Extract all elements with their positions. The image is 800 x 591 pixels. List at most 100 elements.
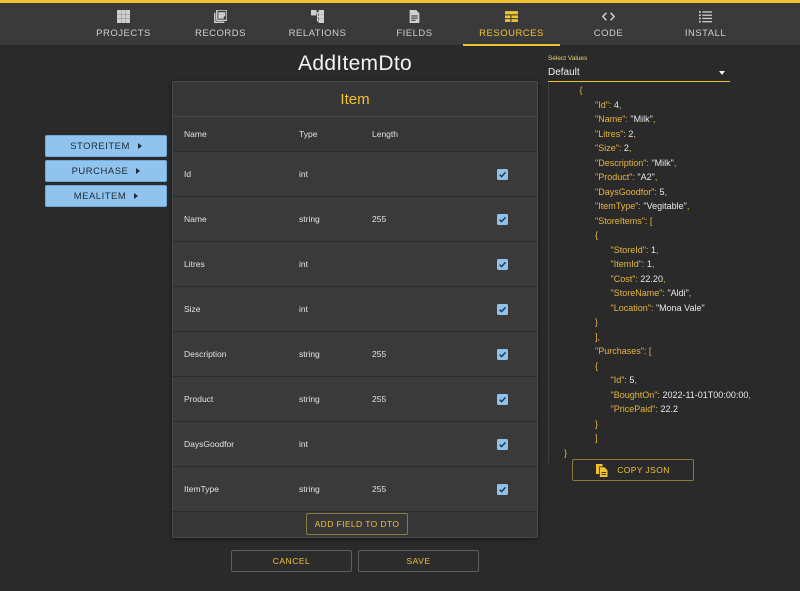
json-punctuation: ,: [628, 143, 632, 153]
include-checkbox[interactable]: [496, 393, 508, 405]
field-name: ItemType: [184, 484, 219, 494]
copy-icon: [596, 463, 608, 477]
caret-right-icon: [136, 168, 141, 174]
json-key: "Id": [610, 375, 625, 385]
tab-fields[interactable]: FIELDS: [366, 3, 463, 45]
json-punctuation: }: [564, 447, 568, 458]
table-row: DaysGoodfor int: [173, 422, 537, 467]
json-line: "Id": 5,: [549, 373, 788, 388]
field-type: string: [299, 484, 320, 494]
field-name: Description: [184, 349, 227, 359]
json-line: "StoreItems": [: [549, 214, 788, 229]
top-navigation: PROJECTS RECORDS RELATIONS FIELDS RESOUR…: [0, 0, 800, 46]
json-line: {: [549, 83, 788, 98]
json-key: "StoreId": [610, 244, 646, 255]
json-line: }: [549, 417, 788, 432]
include-checkbox[interactable]: [496, 438, 508, 450]
include-checkbox[interactable]: [496, 348, 508, 360]
field-name: Id: [184, 169, 192, 179]
selected-value: Default: [548, 67, 580, 78]
json-punctuation: {: [595, 360, 599, 371]
tab-label: RELATIONS: [288, 27, 347, 39]
caret-right-icon: [137, 143, 142, 149]
check-icon: [498, 171, 506, 178]
include-checkbox[interactable]: [496, 303, 508, 315]
column-header-length: Length: [372, 129, 398, 139]
json-value: "Milk": [630, 114, 653, 124]
add-field-button[interactable]: ADD FIELD TO DTO: [306, 513, 408, 535]
tab-install[interactable]: INSTALL: [657, 3, 754, 45]
caret-right-icon: [134, 193, 139, 199]
json-line: "Description": "Milk",: [549, 156, 788, 171]
check-icon: [498, 441, 506, 448]
tab-code[interactable]: CODE: [560, 3, 657, 45]
include-checkbox[interactable]: [496, 168, 508, 180]
json-punctuation: }: [595, 317, 599, 327]
json-value: "Milk": [651, 157, 674, 168]
json-value: "Mona Vale": [655, 302, 705, 313]
tab-relations[interactable]: RELATIONS: [269, 3, 366, 45]
tab-resources[interactable]: RESOURCES: [463, 3, 560, 46]
json-value: 22.20: [640, 273, 663, 284]
json-line: }: [549, 446, 788, 461]
include-checkbox[interactable]: [496, 213, 508, 225]
json-line: "Location": "Mona Vale": [549, 301, 788, 316]
mealitem-button[interactable]: MEALITEM: [45, 185, 167, 207]
table-row: Size int: [173, 287, 537, 332]
table-row: Product string 255: [173, 377, 537, 422]
include-checkbox[interactable]: [496, 483, 508, 495]
button-label: STOREITEM: [70, 140, 130, 152]
tab-label: FIELDS: [396, 27, 433, 39]
check-icon: [498, 486, 506, 493]
json-line: "ItemType": "Vegitable",: [549, 199, 788, 214]
nav-tabs: PROJECTS RECORDS RELATIONS FIELDS RESOUR…: [0, 3, 800, 46]
tab-label: RESOURCES: [479, 27, 544, 39]
dto-title: AddItemDto: [298, 52, 412, 75]
fields-table-card: Item Name Type Length Id int Name string…: [172, 81, 538, 538]
table-icon: [505, 10, 518, 22]
cancel-button[interactable]: CANCEL: [231, 550, 352, 572]
json-punctuation: ,: [651, 259, 655, 269]
json-line: "DaysGoodfor": 5,: [549, 185, 788, 200]
button-label: PURCHASE: [71, 165, 129, 177]
tab-label: INSTALL: [684, 27, 727, 39]
json-punctuation: ,: [634, 375, 637, 385]
json-key: "ItemId": [610, 259, 642, 269]
tab-label: RECORDS: [194, 27, 246, 39]
save-button[interactable]: SAVE: [358, 550, 479, 572]
json-punctuation: ,: [688, 288, 692, 298]
include-checkbox[interactable]: [496, 258, 508, 270]
field-type: int: [299, 304, 308, 314]
json-line: "StoreName": "Aldi",: [549, 286, 788, 301]
json-key: "Location": [610, 302, 651, 313]
field-length: 255: [372, 484, 387, 494]
json-key: "Description": [595, 157, 647, 168]
json-line: "ItemId": 1,: [549, 257, 788, 272]
related-records: STOREITEM PURCHASE MEALITEM: [45, 135, 167, 210]
json-key: "Name": [595, 114, 626, 124]
json-punctuation: ,: [652, 114, 656, 124]
storeitem-button[interactable]: STOREITEM: [45, 135, 167, 157]
tab-projects[interactable]: PROJECTS: [75, 3, 172, 45]
column-header-name: Name: [184, 129, 207, 139]
json-line: "PricePaid": 22.2: [549, 402, 788, 417]
copy-json-button[interactable]: COPY JSON: [572, 459, 694, 481]
json-punctuation: ,: [618, 99, 622, 110]
table-row: Litres int: [173, 242, 537, 287]
purchase-button[interactable]: PURCHASE: [45, 160, 167, 182]
json-punctuation: ,: [662, 273, 666, 284]
field-type: string: [299, 349, 320, 359]
column-header-type: Type: [299, 129, 318, 139]
table-row: Name string 255: [173, 197, 537, 242]
code-icon: [602, 11, 615, 21]
json-line: "Litres": 2,: [549, 127, 788, 142]
table-row: Id int: [173, 152, 537, 197]
json-line: "Size": 2,: [549, 141, 788, 156]
select-values-dropdown[interactable]: Default: [548, 64, 730, 82]
library-icon: [214, 9, 227, 23]
json-punctuation: ,: [654, 172, 658, 182]
json-value: "Aldi": [667, 288, 689, 298]
json-value: "Vegitable": [643, 201, 687, 211]
check-icon: [498, 396, 506, 403]
tab-records[interactable]: RECORDS: [172, 3, 269, 45]
